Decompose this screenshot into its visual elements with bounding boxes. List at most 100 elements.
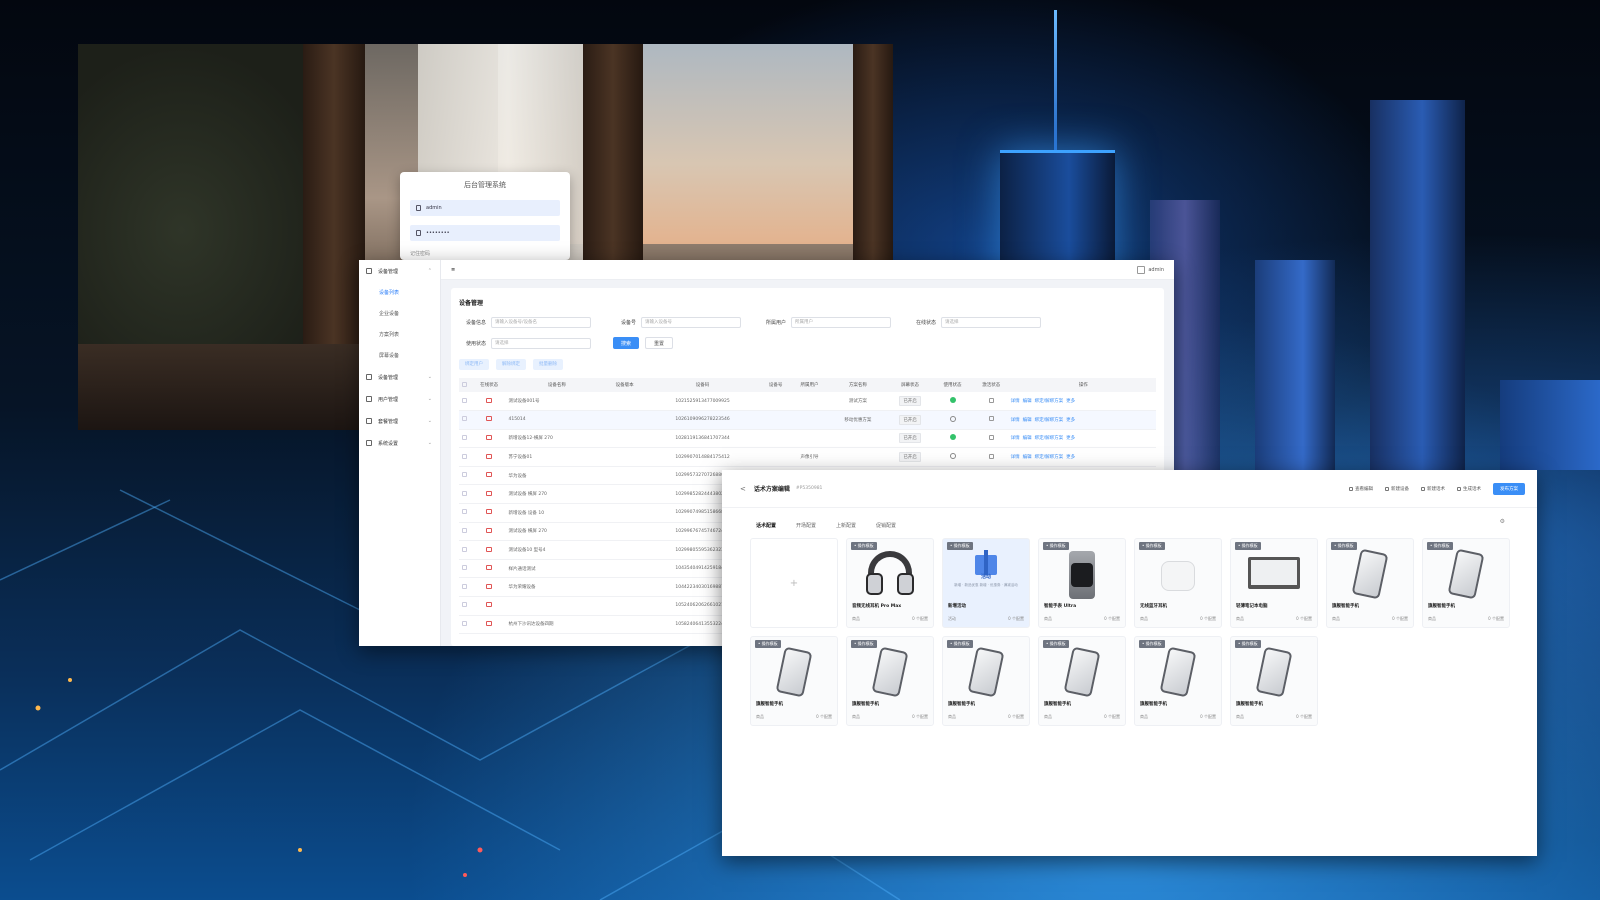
row-checkbox[interactable] — [459, 410, 470, 430]
topbar: ≣ admin — [441, 260, 1174, 280]
collapse-menu-icon[interactable]: ≣ — [451, 267, 455, 273]
product-card[interactable]: • 操作模板 活动 新增 · 新品优惠 新增 · 优惠券 · 满减活动 新增活动… — [942, 538, 1030, 628]
editor-header: < 话术方案编辑 #P5350981 查看编辑 新建设备 新建话术 生成话术 发… — [722, 470, 1537, 508]
ops-cell: 详情 编辑 绑定/解绑方案 更多 — [1010, 447, 1156, 467]
device-info-input[interactable]: 请输入设备号/设备名 — [491, 316, 591, 328]
sidebar-group-settings[interactable]: 系统设置 ⌄ — [359, 432, 440, 454]
table-row[interactable]: 苏宁设备01 1029907014884175412 声像引导 已开启 详情 编辑… — [459, 447, 1156, 467]
generate-script-button[interactable]: 生成话术 — [1457, 486, 1481, 492]
gear-icon[interactable]: ⚙ — [1500, 518, 1505, 525]
product-type: 商品 — [1236, 616, 1244, 621]
detail-link[interactable]: 详情 — [1011, 399, 1020, 404]
row-checkbox[interactable] — [459, 484, 470, 505]
password-field[interactable]: •••••••• — [410, 225, 560, 241]
device-no-input[interactable]: 请输入设备号 — [641, 316, 741, 328]
reset-button[interactable]: 重置 — [645, 337, 674, 349]
product-card[interactable]: • 操作模板 旗舰智能手机 商品 0 个配置 — [750, 636, 838, 726]
sidebar-item-enterprise-device[interactable]: 企业设备 — [359, 303, 440, 324]
row-checkbox[interactable] — [459, 559, 470, 579]
online-status-cell — [469, 410, 509, 430]
more-link[interactable]: 更多 — [1066, 455, 1075, 460]
batch-delete-button[interactable]: 批量删除 — [533, 358, 563, 370]
username-field[interactable]: admin — [410, 200, 560, 216]
tab-script-config[interactable]: 话术配置 — [756, 522, 776, 529]
more-link[interactable]: 更多 — [1066, 418, 1075, 423]
row-checkbox[interactable] — [459, 522, 470, 542]
sidebar-item-screen-device[interactable]: 屏幕设备 — [359, 345, 440, 366]
config-count: 0 个配置 — [1200, 714, 1216, 719]
add-card-button[interactable]: + — [750, 538, 838, 628]
more-link[interactable]: 更多 — [1066, 436, 1075, 441]
user-menu[interactable]: admin — [1137, 265, 1164, 274]
edit-link[interactable]: 编辑 — [1023, 418, 1032, 423]
sidebar-group-device[interactable]: 设备管理 ⌃ — [359, 260, 440, 282]
sidebar-group-device-2[interactable]: 设备管理 ⌄ — [359, 366, 440, 388]
row-checkbox[interactable] — [459, 615, 470, 635]
row-checkbox[interactable] — [459, 392, 470, 412]
eye-icon — [1349, 486, 1353, 491]
tab-promo-config[interactable]: 促销配置 — [876, 522, 896, 529]
product-card[interactable]: • 操作模板 音频无线耳机 Pro Max 商品 0 个配置 — [846, 538, 934, 628]
product-type: 商品 — [756, 714, 764, 719]
row-checkbox[interactable] — [459, 429, 470, 449]
product-card[interactable]: • 操作模板 智能手表 Ultra 商品 0 个配置 — [1038, 538, 1126, 628]
detail-link[interactable]: 详情 — [1011, 418, 1020, 423]
screen-status-cell: 已开启 — [886, 429, 934, 449]
usage-status-cell — [933, 392, 972, 412]
template-badge: • 操作模板 — [947, 542, 973, 550]
product-type: 商品 — [1140, 714, 1148, 719]
remember-password-checkbox[interactable]: 记住密码 — [410, 250, 560, 257]
usage-status-select[interactable]: 请选择 — [491, 337, 591, 349]
search-button[interactable]: 搜索 — [613, 337, 640, 349]
bind-user-button[interactable]: 绑定用户 — [459, 358, 489, 370]
row-checkbox[interactable] — [459, 447, 470, 467]
detail-link[interactable]: 详情 — [1011, 436, 1020, 441]
edit-link[interactable]: 编辑 — [1023, 436, 1032, 441]
product-type: 商品 — [852, 616, 860, 621]
product-card[interactable]: • 操作模板 旗舰智能手机 商品 0 个配置 — [942, 636, 1030, 726]
device-name-cell: 苏宁设备01 — [508, 447, 606, 467]
online-status-select[interactable]: 请选择 — [941, 316, 1041, 328]
publish-button[interactable]: 发布方案 — [1493, 482, 1525, 495]
row-checkbox[interactable] — [459, 466, 470, 486]
product-card[interactable]: • 操作模板 旗舰智能手机 商品 0 个配置 — [1134, 636, 1222, 726]
table-row[interactable]: 415014 1026109096278223546 移动优惠方案 已开启 详情… — [459, 410, 1156, 430]
product-card[interactable]: • 操作模板 旗舰智能手机 商品 0 个配置 — [1422, 538, 1510, 628]
row-checkbox[interactable] — [459, 577, 470, 598]
new-script-button[interactable]: 新建话术 — [1421, 486, 1445, 492]
product-card[interactable]: • 操作模板 无线蓝牙耳机 商品 0 个配置 — [1134, 538, 1222, 628]
bind-scheme-link[interactable]: 绑定/解绑方案 — [1035, 455, 1064, 460]
unbind-button[interactable]: 解除绑定 — [496, 358, 526, 370]
product-card[interactable]: • 操作模板 旗舰智能手机 商品 0 个配置 — [1230, 636, 1318, 726]
product-card[interactable]: • 操作模板 轻薄笔记本电脑 商品 0 个配置 — [1230, 538, 1318, 628]
product-card[interactable]: • 操作模板 旗舰智能手机 商品 0 个配置 — [846, 636, 934, 726]
view-edit-button[interactable]: 查看编辑 — [1349, 486, 1373, 492]
sidebar-item-device-list[interactable]: 设备列表 — [359, 282, 440, 303]
table-row[interactable]: 新增设备12-横屏 270 1028119136841707344 已开启 详情… — [459, 429, 1156, 449]
edit-link[interactable]: 编辑 — [1023, 455, 1032, 460]
bind-scheme-link[interactable]: 绑定/解绑方案 — [1035, 399, 1064, 404]
owner-select[interactable]: 所属用户 — [791, 316, 891, 328]
select-all-checkbox[interactable] — [459, 378, 470, 392]
product-meta: 商品 0 个配置 — [756, 714, 832, 720]
tab-opening-config[interactable]: 开场配置 — [796, 522, 816, 529]
tab-new-config[interactable]: 上新配置 — [836, 522, 856, 529]
product-card[interactable]: • 操作模板 旗舰智能手机 商品 0 个配置 — [1326, 538, 1414, 628]
edit-link[interactable]: 编辑 — [1023, 399, 1032, 404]
new-device-button[interactable]: 新建设备 — [1385, 486, 1409, 492]
product-card[interactable]: • 操作模板 旗舰智能手机 商品 0 个配置 — [1038, 636, 1126, 726]
row-checkbox[interactable] — [459, 540, 470, 560]
row-checkbox[interactable] — [459, 596, 470, 616]
detail-link[interactable]: 详情 — [1011, 455, 1020, 460]
phone-image — [871, 646, 909, 698]
bind-scheme-link[interactable]: 绑定/解绑方案 — [1035, 436, 1064, 441]
back-icon[interactable]: < — [740, 485, 746, 493]
config-count: 0 个配置 — [1104, 714, 1120, 719]
row-checkbox[interactable] — [459, 503, 470, 523]
sidebar-group-packages[interactable]: 套餐管理 ⌄ — [359, 410, 440, 432]
table-row[interactable]: 测试设备001号 1021525913477009925 测试方案 已开启 详情… — [459, 392, 1156, 412]
sidebar-group-users[interactable]: 用户管理 ⌄ — [359, 388, 440, 410]
more-link[interactable]: 更多 — [1066, 399, 1075, 404]
bind-scheme-link[interactable]: 绑定/解绑方案 — [1035, 418, 1064, 423]
sidebar-item-scheme-list[interactable]: 方案列表 — [359, 324, 440, 345]
